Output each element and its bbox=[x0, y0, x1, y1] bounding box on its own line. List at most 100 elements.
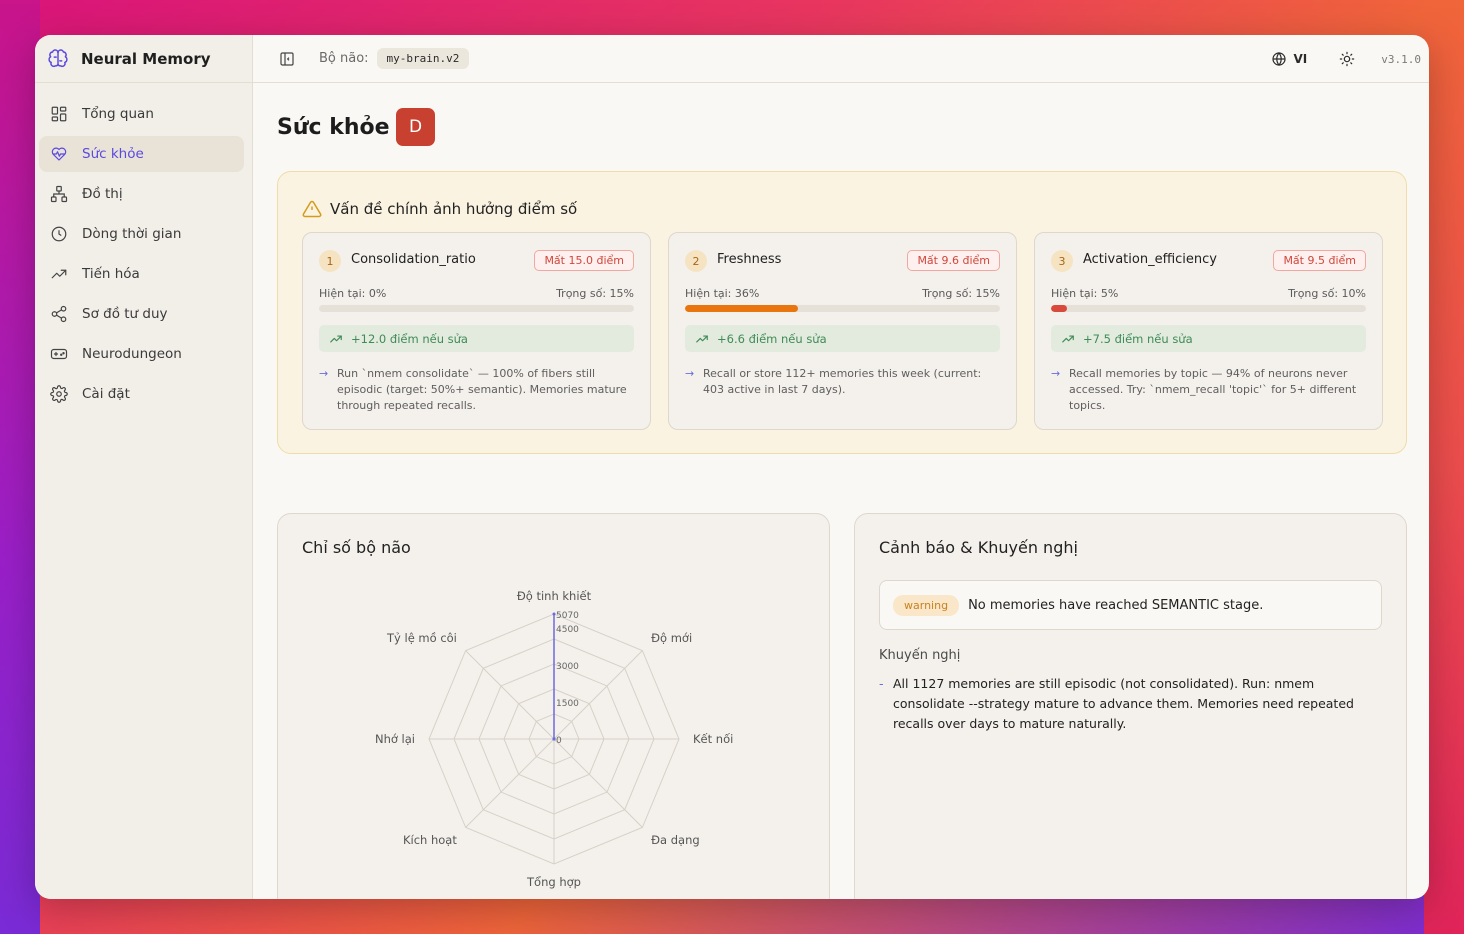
recommendation-text: All 1127 memories are still episodic (no… bbox=[893, 676, 1354, 731]
dashboard-icon bbox=[51, 106, 67, 122]
issue-loss-badge: Mất 15.0 điểm bbox=[534, 250, 634, 271]
radar-axis-label: Đa dạng bbox=[651, 833, 700, 847]
sidebar-item-mindmap[interactable]: Sơ đồ tư duy bbox=[39, 296, 244, 332]
top-issues-panel: Vấn đề chính ảnh hưởng điểm số 1 Consoli… bbox=[277, 171, 1407, 454]
radar-tick-label: 1500 bbox=[556, 699, 579, 709]
warnings-panel: Cảnh báo & Khuyến nghị warning No memori… bbox=[854, 513, 1407, 899]
brand[interactable]: Neural Memory bbox=[35, 35, 252, 83]
sidebar-item-label: Dòng thời gian bbox=[82, 226, 182, 242]
sidebar-item-label: Tổng quan bbox=[82, 106, 154, 122]
sidebar-item-label: Sơ đồ tư duy bbox=[82, 306, 168, 322]
sidebar-item-timeline[interactable]: Dòng thời gian bbox=[39, 216, 244, 252]
issue-card: 3 Activation_efficiency Mất 9.5 điểm Hiệ… bbox=[1034, 232, 1383, 430]
issue-gain-text: +7.5 điểm nếu sửa bbox=[1083, 331, 1193, 346]
issue-tip: Recall or store 112+ memories this week … bbox=[703, 367, 982, 396]
issue-rank: 1 bbox=[319, 250, 341, 272]
health-grade-badge: D bbox=[396, 108, 435, 146]
app-version: v3.1.0 bbox=[1381, 52, 1421, 66]
theme-toggle-sun-icon[interactable] bbox=[1339, 51, 1355, 67]
radar-tick-label: 3000 bbox=[556, 662, 579, 672]
issue-weight: Trọng số: 15% bbox=[556, 287, 634, 300]
language-label: VI bbox=[1293, 52, 1308, 66]
issue-progress-fill bbox=[1051, 305, 1067, 312]
radar-tick-label: 4500 bbox=[556, 625, 579, 635]
issue-tip: Run `nmem consolidate` — 100% of fibers … bbox=[337, 367, 627, 412]
radar-axis-label: Tỷ lệ mồ côi bbox=[386, 631, 457, 645]
topbar-actions: VI v3.1.0 bbox=[1271, 35, 1421, 83]
trending-up-icon bbox=[696, 335, 708, 342]
trending-up-icon bbox=[1062, 335, 1074, 342]
issue-gain-text: +12.0 điểm nếu sửa bbox=[351, 331, 468, 346]
warning-badge: warning bbox=[893, 594, 960, 616]
issue-progress-fill bbox=[685, 305, 799, 312]
radar-axis-label: Nhớ lại bbox=[375, 732, 415, 746]
arrow-right-icon: → bbox=[319, 367, 329, 380]
radar-chart: Độ tinh khiết Độ mới Kết nối Đa dạng Tổng hợ… bbox=[375, 589, 733, 889]
app-title: Neural Memory bbox=[81, 49, 211, 68]
brain-label: Bộ não: bbox=[319, 51, 369, 66]
radar-axis-label: Kết nối bbox=[693, 732, 733, 746]
issue-rank: 2 bbox=[685, 250, 707, 272]
sidebar: Neural Memory Tổng quan Sức khỏe Đồ thị … bbox=[35, 35, 253, 899]
issue-name: Freshness bbox=[717, 252, 782, 267]
recommendation-item: - All 1127 memories are still episodic (… bbox=[879, 674, 1386, 734]
trending-icon bbox=[51, 269, 67, 279]
sidebar-item-label: Neurodungeon bbox=[82, 346, 182, 362]
warning-text: No memories have reached SEMANTIC stage. bbox=[968, 597, 1264, 613]
issue-weight: Trọng số: 15% bbox=[922, 287, 1000, 300]
app-window: Neural Memory Tổng quan Sức khỏe Đồ thị … bbox=[35, 35, 1429, 899]
radar-tick-label: 0 bbox=[556, 736, 562, 746]
top-issues-header: Vấn đề chính ảnh hưởng điểm số bbox=[302, 199, 577, 219]
issue-card: 1 Consolidation_ratio Mất 15.0 điểm Hiện… bbox=[302, 232, 651, 430]
recommendation-bullet: - bbox=[879, 676, 884, 691]
radar-point bbox=[552, 612, 556, 616]
issue-progress-bar bbox=[319, 305, 634, 312]
radar-tick-label: 5070 bbox=[556, 611, 579, 621]
sidebar-item-evolution[interactable]: Tiến hóa bbox=[39, 256, 244, 292]
issue-current: Hiện tại: 5% bbox=[1051, 287, 1119, 300]
radar-axis-label: Tổng hợp bbox=[526, 875, 581, 889]
language-toggle[interactable]: VI bbox=[1271, 51, 1307, 67]
sidebar-item-overview[interactable]: Tổng quan bbox=[39, 96, 244, 132]
issue-current: Hiện tại: 36% bbox=[685, 287, 760, 300]
issue-progress-bar bbox=[685, 305, 1000, 312]
radar-point bbox=[552, 737, 556, 741]
top-issues-title: Vấn đề chính ảnh hưởng điểm số bbox=[330, 200, 578, 218]
sidebar-item-label: Cài đặt bbox=[82, 386, 130, 402]
issue-rank: 3 bbox=[1051, 250, 1073, 272]
brain-logo-icon bbox=[48, 48, 68, 67]
issue-gain: +6.6 điểm nếu sửa bbox=[685, 325, 1000, 352]
brain-selector[interactable]: my-brain.v2 bbox=[376, 48, 470, 69]
issue-weight: Trọng số: 10% bbox=[1288, 287, 1366, 300]
sidebar-item-graph[interactable]: Đồ thị bbox=[39, 176, 244, 212]
topbar: Bộ não: my-brain.v2 VI v3.1.0 bbox=[253, 35, 1429, 83]
sidebar-collapse-icon[interactable] bbox=[279, 51, 295, 67]
sidebar-item-label: Sức khỏe bbox=[82, 146, 144, 162]
sidebar-item-label: Tiến hóa bbox=[82, 266, 140, 282]
clock-icon bbox=[51, 226, 67, 242]
issue-loss-badge: Mất 9.6 điểm bbox=[907, 250, 1000, 271]
sidebar-item-health[interactable]: Sức khỏe bbox=[39, 136, 244, 172]
issue-tip: Recall memories by topic — 94% of neuron… bbox=[1069, 367, 1357, 412]
sidebar-item-label: Đồ thị bbox=[82, 186, 123, 202]
arrow-right-icon: → bbox=[1051, 367, 1061, 380]
sidebar-nav: Tổng quan Sức khỏe Đồ thị Dòng thời gian… bbox=[35, 83, 252, 412]
gamepad-icon bbox=[50, 348, 68, 360]
issue-gain: +7.5 điểm nếu sửa bbox=[1051, 325, 1366, 352]
issue-card: 2 Freshness Mất 9.6 điểm Hiện tại: 36% T… bbox=[668, 232, 1017, 430]
radar-axis-label: Độ tinh khiết bbox=[517, 589, 592, 603]
main-content: Sức khỏe D Vấn đề chính ảnh hưởng điểm s… bbox=[253, 83, 1429, 899]
sidebar-item-settings[interactable]: Cài đặt bbox=[39, 376, 244, 412]
warnings-title: Cảnh báo & Khuyến nghị bbox=[879, 538, 1078, 557]
gear-icon bbox=[50, 385, 68, 403]
page-title: Sức khỏe bbox=[277, 115, 390, 140]
issue-name: Activation_efficiency bbox=[1083, 252, 1217, 267]
brain-index-panel: Chỉ số bộ não Độ tinh khiết Độ mới Kết nối… bbox=[277, 513, 830, 899]
radar-axis-label: Độ mới bbox=[651, 631, 692, 645]
warning-alert: warning No memories have reached SEMANTI… bbox=[879, 580, 1382, 630]
sidebar-item-neurodungeon[interactable]: Neurodungeon bbox=[39, 336, 244, 372]
issue-name: Consolidation_ratio bbox=[351, 252, 476, 267]
issue-gain-text: +6.6 điểm nếu sửa bbox=[717, 331, 827, 346]
globe-icon bbox=[1272, 52, 1287, 66]
issue-current: Hiện tại: 0% bbox=[319, 287, 387, 300]
